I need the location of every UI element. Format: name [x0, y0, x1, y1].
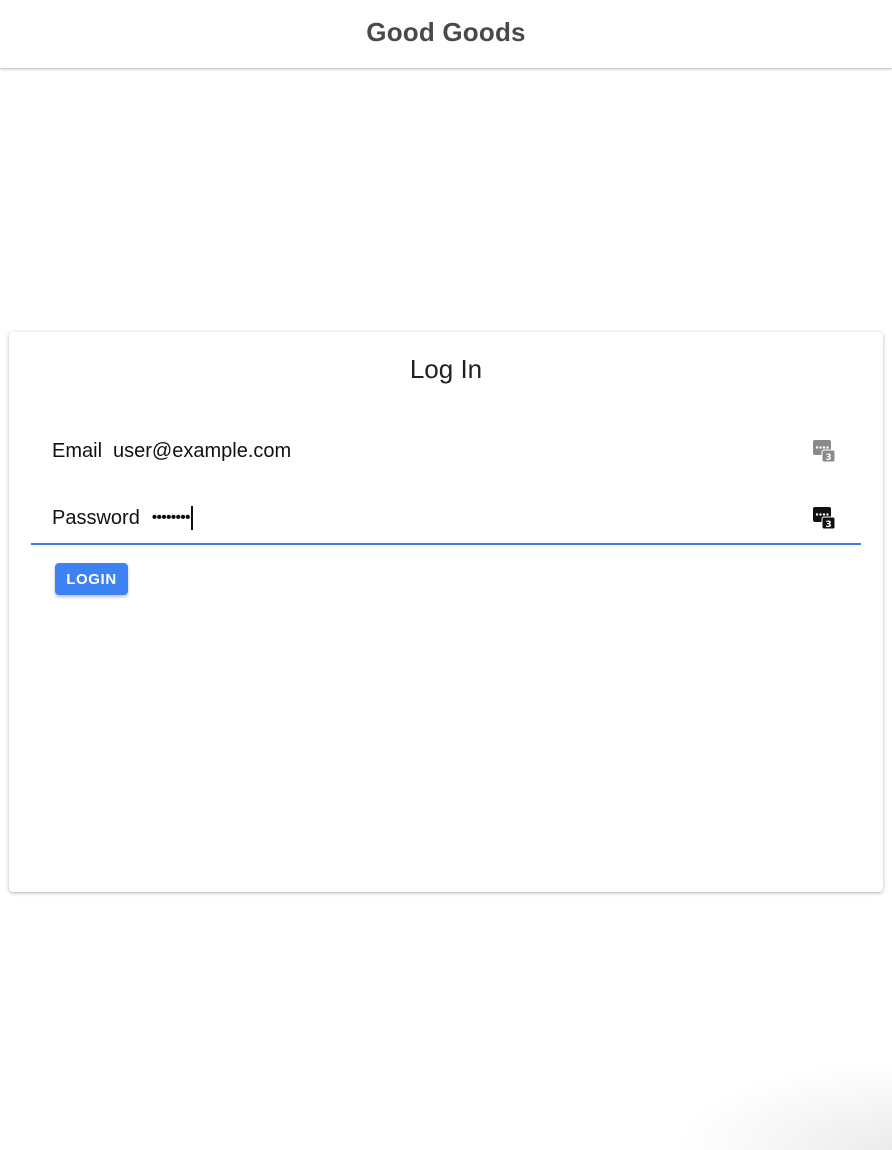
app-title: Good Goods: [366, 16, 526, 47]
password-field[interactable]: Password •••••••• 3: [31, 493, 861, 545]
login-title: Log In: [409, 354, 483, 384]
email-label: Email: [52, 439, 103, 462]
password-input[interactable]: ••••••••: [152, 509, 191, 526]
email-field[interactable]: Email user@example.com 3: [31, 428, 861, 474]
app-bar: Good Goods: [0, 0, 892, 68]
password-manager-key-icon[interactable]: 3: [812, 439, 836, 463]
password-label: Password: [52, 506, 140, 529]
email-input[interactable]: user@example.com: [113, 440, 291, 463]
login-card: Log In Email user@example.com 3 Password…: [9, 332, 883, 892]
password-manager-key-icon[interactable]: 3: [812, 506, 836, 530]
login-button[interactable]: LOGIN: [55, 563, 128, 595]
corner-shadow: [672, 1060, 892, 1150]
text-caret: [190, 506, 193, 530]
svg-text:3: 3: [825, 453, 831, 463]
svg-text:3: 3: [825, 520, 831, 530]
